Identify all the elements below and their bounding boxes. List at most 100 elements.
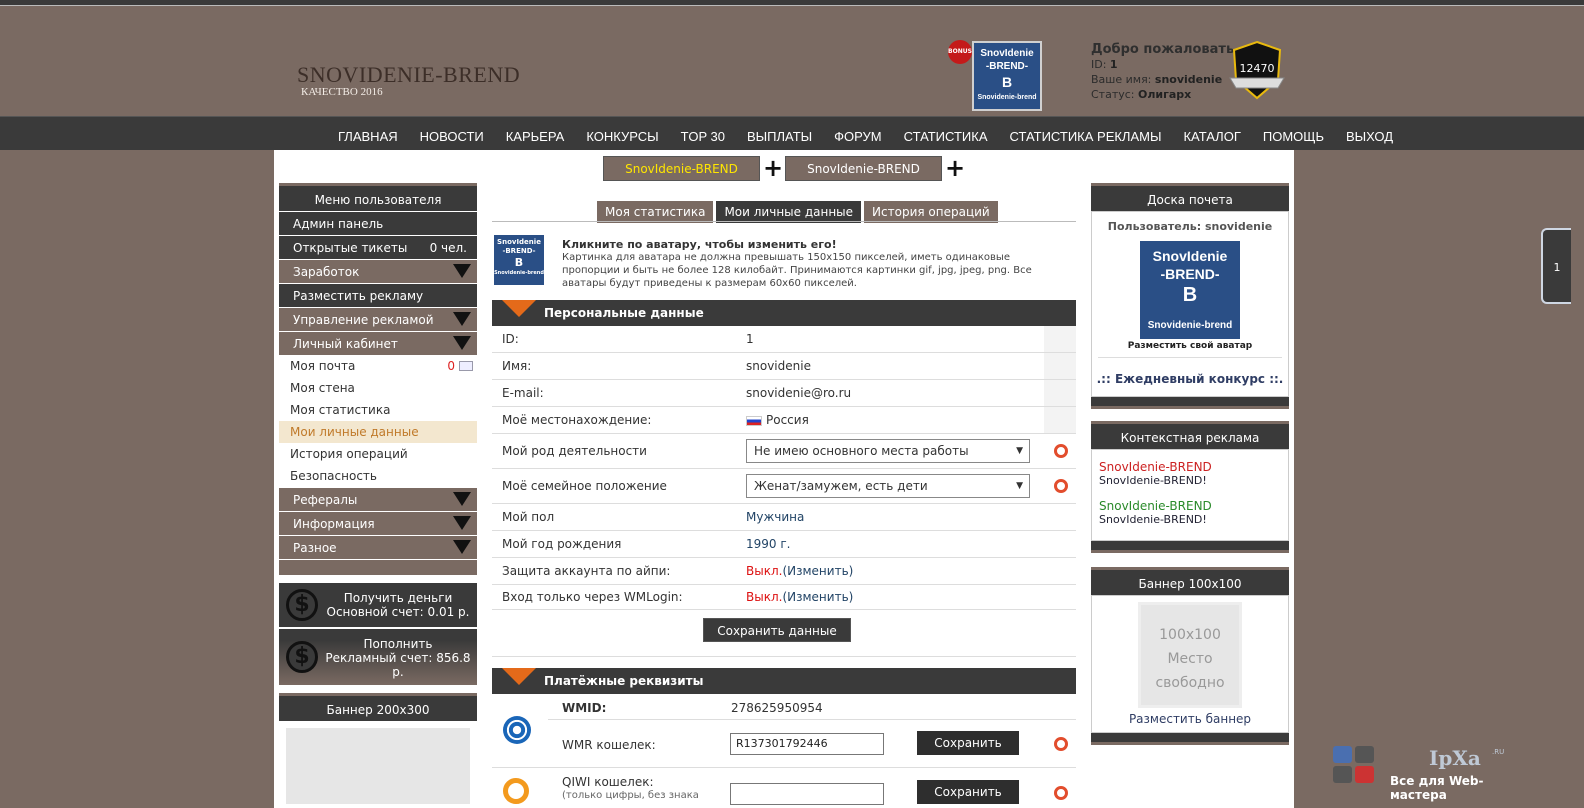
menu-open-tickets[interactable]: Открытые тикеты 0 чел. [279,235,477,259]
banner100-title: Баннер 100х100 [1091,567,1289,595]
avatar-text: B [1182,284,1198,306]
family-select[interactable]: Женат/замужем, есть дети ▼ [746,474,1030,498]
row-occupation: Мой род деятельности Не имею основного м… [492,434,1076,469]
banner200-slot[interactable] [279,721,477,808]
honour-avatar[interactable]: SnovIdenie -BREND- B Snovidenie-brend [1140,241,1240,339]
wmlogin-change-link[interactable]: (Изменить) [782,590,853,604]
nav-ad-stats[interactable]: СТАТИСТИКА РЕКЛАМЫ [1010,129,1162,144]
watermark-sub: Все для Web-мастера [1390,774,1484,802]
row-value: snovidenie [746,359,811,373]
avatar-text: -BREND- [985,61,1029,72]
tab-my-stats[interactable]: Моя статистика [597,201,714,223]
plus-icon[interactable]: + [945,155,965,181]
lifebuoy-icon[interactable] [1054,444,1068,458]
qiwi-input[interactable] [730,783,884,805]
withdraw-box[interactable]: $ Получить деньги Основной счет: 0.01 р. [279,583,477,627]
row-label: Моё семейное положение [502,479,667,493]
qiwi-hint: (только цифры, без знака [562,790,699,801]
row-value: snovidenie@ro.ru [746,386,852,400]
context-ad-link[interactable]: SnovIdenie-BREND [1099,499,1281,513]
nav-news[interactable]: НОВОСТИ [420,129,484,144]
nav-payouts[interactable]: ВЫПЛАТЫ [747,129,812,144]
avatar-text: SnovIdenie [497,238,541,246]
wmr-label: WMR кошелек: [562,738,656,752]
deposit-title: Пополнить [363,637,433,651]
menu-cabinet[interactable]: Личный кабинет [279,331,477,355]
wmr-save-button[interactable]: Сохранить [917,731,1019,755]
tab-divider [492,221,1076,222]
triangle-down-icon [453,264,471,278]
header-avatar[interactable]: SnovIdenie -BREND- B Snovidenie-brend [972,41,1042,111]
menu-place-ad[interactable]: Разместить рекламу [279,283,477,307]
site-logo[interactable]: SNOVIDENIE-BREND [297,62,520,88]
deposit-box[interactable]: $ Пополнить Рекламный счет: 856.8 р. [279,629,477,685]
triangle-down-icon [453,540,471,554]
row-side [1044,326,1076,352]
wmr-input[interactable]: R137301792446 [730,733,884,755]
nav-stats[interactable]: СТАТИСТИКА [904,129,988,144]
menu-earnings[interactable]: Заработок [279,259,477,283]
menu-admin-panel[interactable]: Админ панель [279,211,477,235]
menu-label: Информация [293,517,375,531]
nav-catalog[interactable]: КАТАЛОГ [1183,129,1240,144]
webmoney-icon [503,716,531,744]
avatar-text: Snovidenie-brend [494,270,544,276]
submenu-security[interactable]: Безопасность [279,465,477,487]
nav-home[interactable]: ГЛАВНАЯ [338,129,398,144]
nav-help[interactable]: ПОМОЩЬ [1263,129,1324,144]
row-divider [492,767,1076,768]
banner100-slot[interactable]: 100x100 Место свободно [1138,602,1242,708]
daily-contest-link[interactable]: .:: Ежедневный конкурс ::. [1092,358,1288,396]
row-wmid: WMID: 278625950954 [548,696,1076,720]
personal-section-header: Персональные данные [492,300,1076,326]
top-banner-1[interactable]: SnovIdenie-BREND [603,156,760,181]
tab-personal-data[interactable]: Мои личные данные [716,201,862,223]
submenu-history[interactable]: История операций [279,443,477,465]
qiwi-save-button[interactable]: Сохранить [917,780,1019,804]
nav-career[interactable]: КАРЬЕРА [506,129,565,144]
envelope-icon [459,361,473,371]
top-banner-2[interactable]: SnovIdenie-BREND [785,156,942,181]
mail-count: 0 [447,359,455,373]
row-label: E-mail: [502,386,544,400]
nav-logout[interactable]: ВЫХОД [1346,129,1393,144]
avatar-info-text: Картинка для аватара не должна превышать… [562,252,1032,289]
lifebuoy-icon[interactable] [1054,479,1068,493]
menu-label: Открытые тикеты [293,241,408,255]
tab-history[interactable]: История операций [864,201,998,223]
banner100-box: Баннер 100х100 100x100 Место свободно Ра… [1091,567,1289,745]
submenu-stats[interactable]: Моя статистика [279,399,477,421]
save-data-button[interactable]: Сохранить данные [703,618,851,642]
row-email: E-mail: snovidenie@ro.ru [492,380,1076,407]
side-tab[interactable]: 1 [1541,228,1571,304]
wmlogin-status: Выкл. [746,590,783,604]
menu-footer [279,559,477,575]
lifebuoy-icon[interactable] [1054,737,1068,751]
place-banner-link[interactable]: Разместить баннер [1092,708,1288,732]
lifebuoy-icon[interactable] [1054,786,1068,800]
nav-contests[interactable]: КОНКУРСЫ [586,129,658,144]
row-location: Моё местонахождение: Россия [492,407,1076,434]
menu-info[interactable]: Информация [279,511,477,535]
submenu-mail[interactable]: Моя почта 0 [279,355,477,377]
plus-icon[interactable]: + [763,155,783,181]
nav-top30[interactable]: TOP 30 [681,129,725,144]
section-title: Платёжные реквизиты [544,674,704,688]
submenu-wall[interactable]: Моя стена [279,377,477,399]
place-avatar-link[interactable]: Разместить свой аватар [1092,341,1288,351]
bonus-badge[interactable]: BONUS [948,40,972,64]
context-ad-link[interactable]: SnovIdenie-BREND [1099,460,1281,474]
row-side [1044,380,1076,406]
occupation-select[interactable]: Не имею основного места работы ▼ [746,439,1030,463]
ip-protection-change-link[interactable]: (Изменить) [782,564,853,578]
submenu-personal-data[interactable]: Мои личные данные [279,421,477,443]
menu-referrals[interactable]: Рефералы [279,487,477,511]
nav-forum[interactable]: ФОРУМ [834,129,881,144]
logo-square [1355,766,1374,783]
banner100-body: 100x100 Место свободно Разместить баннер [1091,595,1289,733]
menu-ad-management[interactable]: Управление рекламой [279,307,477,331]
logo-square [1355,746,1374,763]
honour-title: Доска почета [1091,183,1289,211]
menu-misc[interactable]: Разное [279,535,477,559]
user-avatar[interactable]: SnovIdenie -BREND- B Snovidenie-brend [494,235,544,285]
